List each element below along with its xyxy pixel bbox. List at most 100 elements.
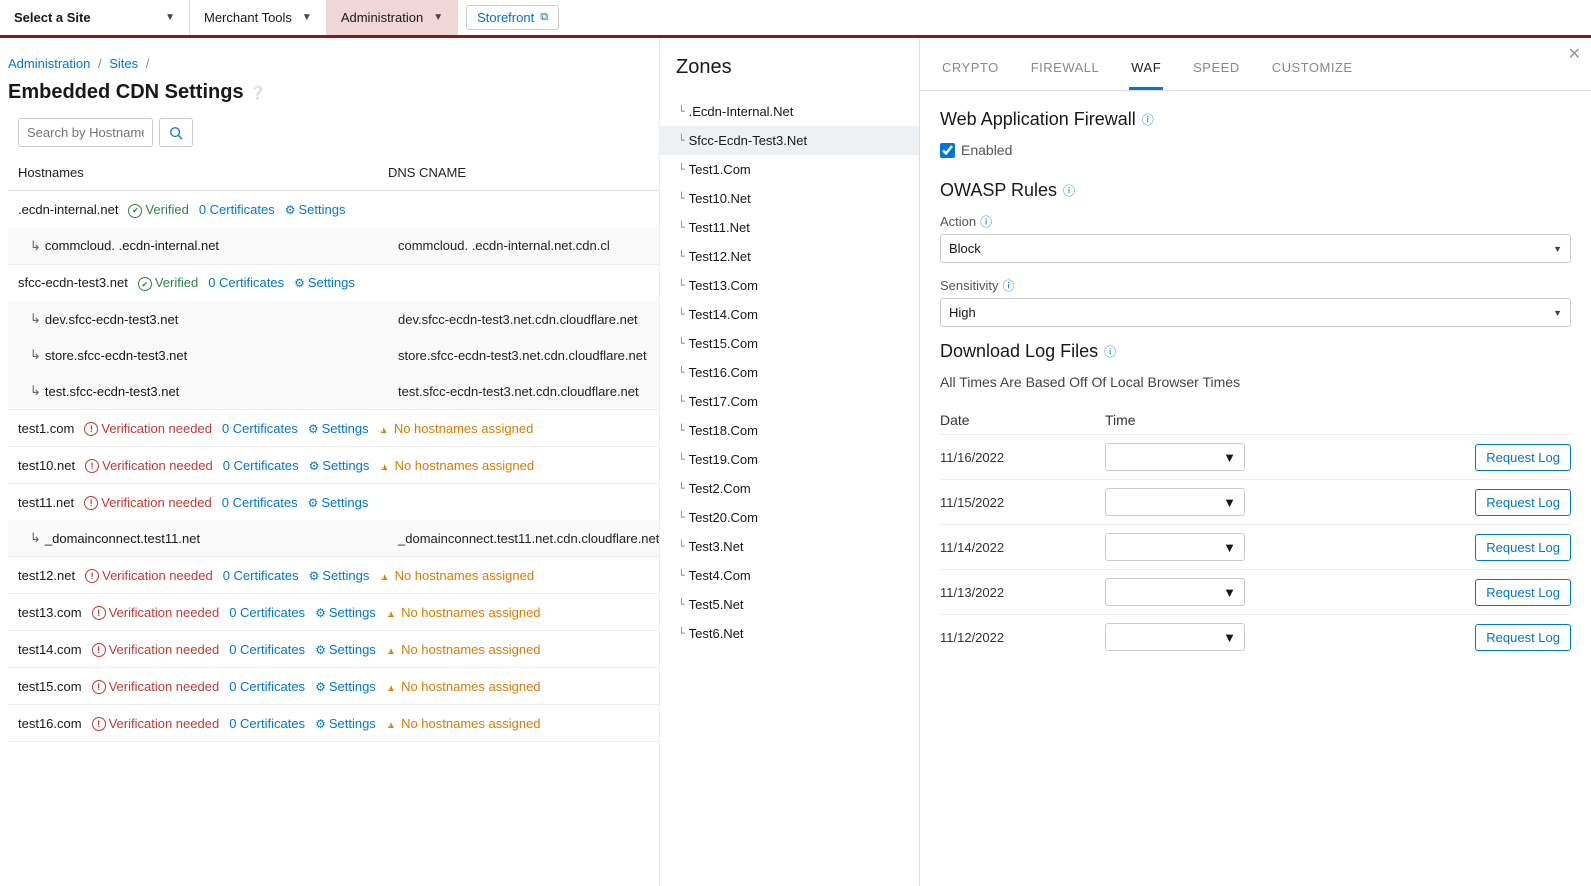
help-icon[interactable]: ❔: [250, 85, 266, 101]
merchant-tools-menu[interactable]: Merchant Tools ▼: [190, 0, 327, 35]
administration-menu[interactable]: Administration ▼: [327, 0, 458, 35]
zone-label: Test16.Com: [689, 365, 758, 380]
settings-link[interactable]: Settings: [315, 642, 376, 657]
zone-item[interactable]: └Test2.Com: [660, 474, 919, 503]
settings-link[interactable]: Settings: [285, 202, 346, 217]
info-icon[interactable]: ⓘ: [980, 213, 992, 230]
zone-item[interactable]: └Test12.Net: [660, 242, 919, 271]
zone-item[interactable]: └Sfcc-Ecdn-Test3.Net: [660, 126, 919, 155]
zone-item[interactable]: └Test18.Com: [660, 416, 919, 445]
tab-customize[interactable]: CUSTOMIZE: [1270, 54, 1355, 90]
request-log-button[interactable]: Request Log: [1475, 444, 1571, 471]
zone-item[interactable]: └Test16.Com: [660, 358, 919, 387]
caret-down-icon: ▼: [1553, 244, 1562, 254]
zone-item[interactable]: └Test20.Com: [660, 503, 919, 532]
request-log-button[interactable]: Request Log: [1475, 534, 1571, 561]
site-selector[interactable]: Select a Site ▼: [0, 0, 190, 35]
zone-item[interactable]: └Test17.Com: [660, 387, 919, 416]
search-input[interactable]: [18, 118, 153, 147]
zone-item[interactable]: └Test1.Com: [660, 155, 919, 184]
sensitivity-value: High: [949, 305, 976, 320]
hostname-row[interactable]: sfcc-ecdn-test3.netVerified0 Certificate…: [8, 265, 659, 302]
zone-item[interactable]: └ .Ecdn-Internal.Net: [660, 97, 919, 126]
tab-waf[interactable]: WAF: [1129, 54, 1163, 90]
time-header: Time: [1105, 412, 1571, 428]
settings-link[interactable]: Settings: [315, 716, 376, 731]
log-time-select[interactable]: ▼: [1105, 488, 1245, 516]
hostname-row[interactable]: test11.netVerification needed0 Certifica…: [8, 484, 659, 520]
close-icon[interactable]: ✕: [1568, 44, 1581, 64]
hostname-row[interactable]: test10.netVerification needed0 Certifica…: [8, 447, 659, 483]
verification-needed-badge: Verification needed: [92, 604, 220, 620]
certificates-link[interactable]: 0 Certificates: [223, 568, 299, 583]
settings-link[interactable]: Settings: [309, 568, 370, 583]
zone-item[interactable]: └Test5.Net: [660, 590, 919, 619]
tab-crypto[interactable]: CRYPTO: [940, 54, 1001, 90]
hostname-row[interactable]: test15.comVerification needed0 Certifica…: [8, 668, 659, 704]
times-note: All Times Are Based Off Of Local Browser…: [940, 374, 1571, 390]
tab-speed[interactable]: SPEED: [1191, 54, 1242, 90]
hostname-child-row[interactable]: ↳dev.sfcc-ecdn-test3.netdev.sfcc-ecdn-te…: [8, 301, 659, 337]
hostname-row[interactable]: test12.netVerification needed0 Certifica…: [8, 557, 659, 593]
search-button[interactable]: [159, 118, 193, 147]
certificates-link[interactable]: 0 Certificates: [222, 495, 298, 510]
certificates-link[interactable]: 0 Certificates: [223, 458, 299, 473]
zone-item[interactable]: └Test15.Com: [660, 329, 919, 358]
info-icon[interactable]: ⓘ: [1142, 111, 1154, 128]
zone-item[interactable]: └Test11.Net: [660, 213, 919, 242]
breadcrumb-admin[interactable]: Administration: [8, 56, 90, 71]
tab-firewall[interactable]: FIREWALL: [1029, 54, 1102, 90]
certificates-link[interactable]: 0 Certificates: [229, 679, 305, 694]
info-icon[interactable]: ⓘ: [1003, 277, 1015, 294]
verification-needed-badge: Verification needed: [84, 494, 212, 510]
certificates-link[interactable]: 0 Certificates: [229, 716, 305, 731]
certificates-link[interactable]: 0 Certificates: [229, 605, 305, 620]
settings-link[interactable]: Settings: [315, 605, 376, 620]
certificates-link[interactable]: 0 Certificates: [229, 642, 305, 657]
alert-circle-icon: [84, 494, 98, 510]
hostname-row[interactable]: test14.comVerification needed0 Certifica…: [8, 631, 659, 667]
hostname-child-row[interactable]: ↳_domainconnect.test11.net_domainconnect…: [8, 520, 659, 556]
zone-item[interactable]: └Test10.Net: [660, 184, 919, 213]
request-log-button[interactable]: Request Log: [1475, 579, 1571, 606]
zone-item[interactable]: └Test19.Com: [660, 445, 919, 474]
breadcrumb-sites[interactable]: Sites: [109, 56, 138, 71]
request-log-button[interactable]: Request Log: [1475, 489, 1571, 516]
enabled-checkbox[interactable]: [940, 143, 955, 158]
hostname-child-row[interactable]: ↳store.sfcc-ecdn-test3.netstore.sfcc-ecd…: [8, 337, 659, 373]
hostname: test13.com: [18, 605, 82, 620]
zone-item[interactable]: └Test6.Net: [660, 619, 919, 648]
request-log-button[interactable]: Request Log: [1475, 624, 1571, 651]
certificates-link[interactable]: 0 Certificates: [199, 202, 275, 217]
hostname-row[interactable]: test16.comVerification needed0 Certifica…: [8, 705, 659, 741]
log-time-select[interactable]: ▼: [1105, 443, 1245, 471]
storefront-link[interactable]: Storefront ⧉: [466, 5, 559, 30]
no-hostnames-warning: No hostnames assigned: [386, 605, 541, 620]
info-icon[interactable]: ⓘ: [1063, 182, 1075, 199]
sensitivity-select[interactable]: High ▼: [940, 298, 1571, 327]
settings-link[interactable]: Settings: [315, 679, 376, 694]
enabled-checkbox-row[interactable]: Enabled: [940, 142, 1571, 158]
hostname-row[interactable]: test1.comVerification needed0 Certificat…: [8, 410, 659, 446]
settings-link[interactable]: Settings: [308, 495, 369, 510]
settings-link[interactable]: Settings: [308, 421, 369, 436]
certificates-link[interactable]: 0 Certificates: [208, 275, 284, 290]
caret-down-icon: ▼: [1223, 585, 1236, 600]
log-time-select[interactable]: ▼: [1105, 578, 1245, 606]
hostname-child-row[interactable]: ↳commcloud. .ecdn-internal.netcommcloud.…: [8, 228, 659, 264]
action-select[interactable]: Block ▼: [940, 234, 1571, 263]
certificates-link[interactable]: 0 Certificates: [222, 421, 298, 436]
zone-item[interactable]: └Test3.Net: [660, 532, 919, 561]
info-icon[interactable]: ⓘ: [1104, 343, 1116, 360]
log-time-select[interactable]: ▼: [1105, 533, 1245, 561]
settings-link[interactable]: Settings: [309, 458, 370, 473]
hostname-row[interactable]: test13.com Verification needed 0 Certifica…: [8, 594, 659, 630]
settings-link[interactable]: Settings: [294, 275, 355, 290]
zone-item[interactable]: └Test4.Com: [660, 561, 919, 590]
hostname-row[interactable]: .ecdn-internal.netVerified0 Certificates…: [8, 191, 659, 228]
log-time-select[interactable]: ▼: [1105, 623, 1245, 651]
owasp-heading-text: OWASP Rules: [940, 180, 1057, 201]
zone-item[interactable]: └Test14.Com: [660, 300, 919, 329]
zone-item[interactable]: └Test13.Com: [660, 271, 919, 300]
hostname-child-row[interactable]: ↳test.sfcc-ecdn-test3.nettest.sfcc-ecdn-…: [8, 373, 659, 409]
